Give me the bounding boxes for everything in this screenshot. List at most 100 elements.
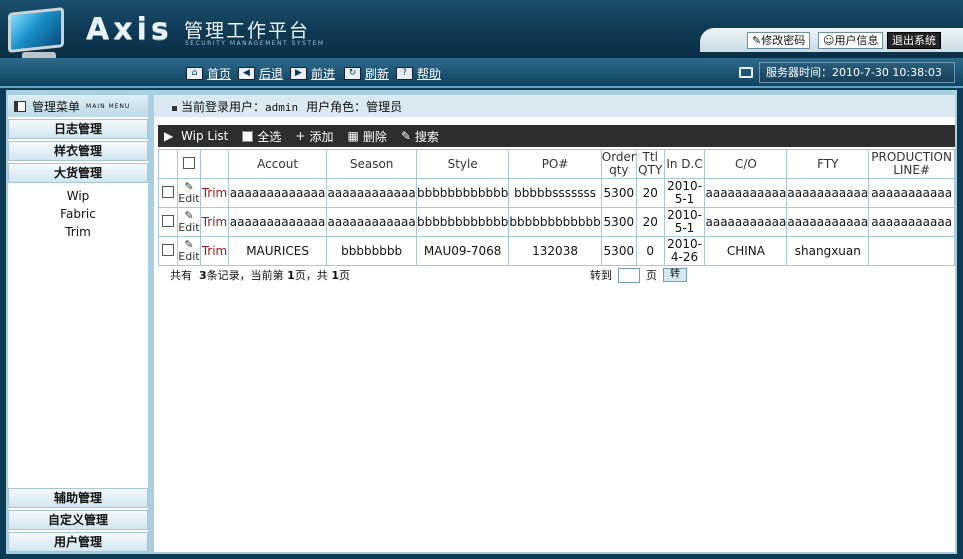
sidebar: 管理菜单 MAIN MENU 日志管理 样衣管理 大货管理 Wip Fabric… bbox=[8, 95, 148, 552]
select-all-button[interactable]: 全选 bbox=[242, 128, 281, 145]
header-cell bbox=[176, 149, 202, 179]
table-row: ✎ Edit Trim MAURICES bbbbbbbb MAU09-7068 … bbox=[158, 236, 955, 266]
sidebar-sub-trim[interactable]: Trim bbox=[8, 223, 148, 241]
user-bar: 当前登录用户：admin 用户角色：管理员 bbox=[154, 95, 955, 117]
row-checkbox[interactable] bbox=[161, 243, 174, 256]
sidebar-title: 管理菜单 bbox=[32, 99, 81, 114]
nav-home[interactable]: ⌂ 首页 bbox=[186, 65, 231, 81]
header-cell: PRODUCTION LINE# bbox=[868, 149, 955, 179]
role-value: 管理员 bbox=[366, 99, 403, 114]
cell-account: aaaaaaaaaaaaa bbox=[227, 207, 328, 237]
nav-refresh[interactable]: ↻ 刷新 bbox=[344, 65, 389, 81]
wip-table: Accout Season Style PO# Order qty Ttl QT… bbox=[158, 149, 955, 266]
trim-link[interactable]: Trim bbox=[200, 236, 229, 266]
goto-page-input[interactable] bbox=[618, 267, 640, 283]
header-cell: Accout bbox=[227, 149, 328, 179]
header-cell: FTY bbox=[786, 149, 870, 179]
logout-button[interactable]: 退出系统 bbox=[887, 32, 941, 49]
cell-ttl-qty: 20 bbox=[635, 178, 665, 208]
cell-co: aaaaaaaaaaa bbox=[704, 207, 788, 237]
cell-co: CHINA bbox=[704, 236, 788, 266]
search-button[interactable]: ✎ 搜索 bbox=[401, 128, 439, 145]
sidebar-item-log[interactable]: 日志管理 bbox=[8, 119, 148, 139]
search-icon: ✎ bbox=[400, 129, 411, 143]
cell-production-line: aaaaaaaaaaa bbox=[868, 207, 955, 237]
login-label: 当前登录用户： bbox=[181, 99, 266, 114]
home-icon: ⌂ bbox=[186, 66, 203, 80]
cell-ttl-qty: 0 bbox=[635, 236, 665, 266]
cell-season: aaaaaaaaaaaa bbox=[326, 207, 417, 237]
login-user: admin bbox=[265, 100, 299, 114]
goto-label: 转到 bbox=[590, 269, 612, 282]
help-icon: ? bbox=[396, 66, 413, 80]
sidebar-sub-fabric[interactable]: Fabric bbox=[8, 205, 148, 223]
goto-button[interactable]: 转 bbox=[663, 268, 687, 282]
cell-account: aaaaaaaaaaaaa bbox=[227, 178, 328, 208]
cell-order-qty: 5300 bbox=[600, 236, 637, 266]
header-cell: C/O bbox=[704, 149, 788, 179]
screen-icon bbox=[739, 67, 753, 78]
wip-list-title: ▶ Wip List bbox=[164, 129, 229, 143]
sidebar-item-sample[interactable]: 样衣管理 bbox=[8, 141, 148, 161]
delete-button[interactable]: ▦ 删除 bbox=[347, 128, 386, 145]
cell-production-line: aaaaaaaaaaa bbox=[868, 178, 955, 208]
header-cell bbox=[200, 149, 229, 179]
refresh-icon: ↻ bbox=[344, 66, 361, 80]
header-links: ✎修改密码 ☺用户信息 退出系统 bbox=[700, 28, 963, 52]
header-cell: Season bbox=[326, 149, 417, 179]
table-header-row: Accout Season Style PO# Order qty Ttl QT… bbox=[158, 149, 955, 179]
cell-order-qty: 5300 bbox=[600, 207, 637, 237]
delete-icon: ▦ bbox=[347, 129, 359, 143]
pagination-summary: 共有 3条记录，当前第 1页，共 1页 bbox=[170, 269, 350, 282]
sidebar-item-aux[interactable]: 辅助管理 bbox=[8, 488, 148, 508]
nav-forward[interactable]: ▶ 前进 bbox=[290, 65, 335, 81]
cell-style: MAU09-7068 bbox=[415, 236, 510, 266]
edit-link[interactable]: ✎ Edit bbox=[176, 207, 202, 237]
select-all-checkbox[interactable] bbox=[242, 130, 254, 142]
cell-season: bbbbbbbb bbox=[326, 236, 417, 266]
cell-style: bbbbbbbbbbbb bbox=[415, 207, 510, 237]
role-label: 用户角色： bbox=[306, 99, 367, 114]
sidebar-header: 管理菜单 MAIN MENU bbox=[8, 95, 148, 117]
sidebar-item-users[interactable]: 用户管理 bbox=[8, 532, 148, 552]
cell-co: aaaaaaaaaaa bbox=[704, 178, 788, 208]
trim-link[interactable]: Trim bbox=[200, 178, 229, 208]
row-checkbox[interactable] bbox=[161, 214, 174, 227]
add-button[interactable]: + 添加 bbox=[295, 128, 333, 145]
main-panel: 当前登录用户：admin 用户角色：管理员 ▶ Wip List 全选 + 添加 … bbox=[154, 95, 955, 552]
nav-help[interactable]: ? 帮助 bbox=[396, 65, 441, 81]
table-row: ✎ Edit Trim aaaaaaaaaaaaa aaaaaaaaaaaa bb… bbox=[158, 178, 955, 208]
user-info-button[interactable]: ☺用户信息 bbox=[818, 32, 884, 49]
cell-in-dc: 2010-4-26 bbox=[663, 236, 706, 266]
sidebar-item-bulk[interactable]: 大货管理 bbox=[8, 163, 148, 183]
menu-grid-icon bbox=[14, 100, 26, 112]
edit-link[interactable]: ✎ Edit bbox=[176, 236, 202, 266]
change-password-button[interactable]: ✎修改密码 bbox=[747, 32, 811, 49]
row-checkbox[interactable] bbox=[161, 185, 174, 198]
nav-back[interactable]: ◀ 后退 bbox=[238, 65, 283, 81]
cell-po: 132038 bbox=[508, 236, 602, 266]
bullet-icon bbox=[172, 105, 177, 111]
header: Axis 管理工作平台 SECURITY MANAGEMENT SYSTEM ✎… bbox=[0, 0, 963, 60]
sidebar-sub-wip[interactable]: Wip bbox=[8, 187, 148, 205]
plus-icon: + bbox=[295, 129, 306, 143]
header-checkbox[interactable] bbox=[182, 156, 195, 169]
cell-in-dc: 2010-5-1 bbox=[663, 207, 706, 237]
forward-arrow-icon: ▶ bbox=[290, 66, 307, 80]
sidebar-item-custom[interactable]: 自定义管理 bbox=[8, 510, 148, 530]
cell-fty: aaaaaaaaaaa bbox=[786, 178, 870, 208]
cell-po: bbbbbsssssss bbox=[508, 178, 602, 208]
table-row: ✎ Edit Trim aaaaaaaaaaaaa aaaaaaaaaaaa bb… bbox=[158, 207, 955, 237]
cell-ttl-qty: 20 bbox=[635, 207, 665, 237]
header-cell: Ttl QTY bbox=[635, 149, 665, 179]
logo-text: Axis bbox=[86, 12, 173, 47]
header-cell: PO# bbox=[508, 149, 602, 179]
trim-link[interactable]: Trim bbox=[200, 207, 229, 237]
cell-po: bbbbbbbbbbbb bbox=[508, 207, 602, 237]
cell-account: MAURICES bbox=[227, 236, 328, 266]
cell-season: aaaaaaaaaaaa bbox=[326, 178, 417, 208]
edit-link[interactable]: ✎ Edit bbox=[176, 178, 202, 208]
cell-style: bbbbbbbbbbbb bbox=[415, 178, 510, 208]
page-label: 页 bbox=[646, 269, 657, 282]
cell-order-qty: 5300 bbox=[600, 178, 637, 208]
